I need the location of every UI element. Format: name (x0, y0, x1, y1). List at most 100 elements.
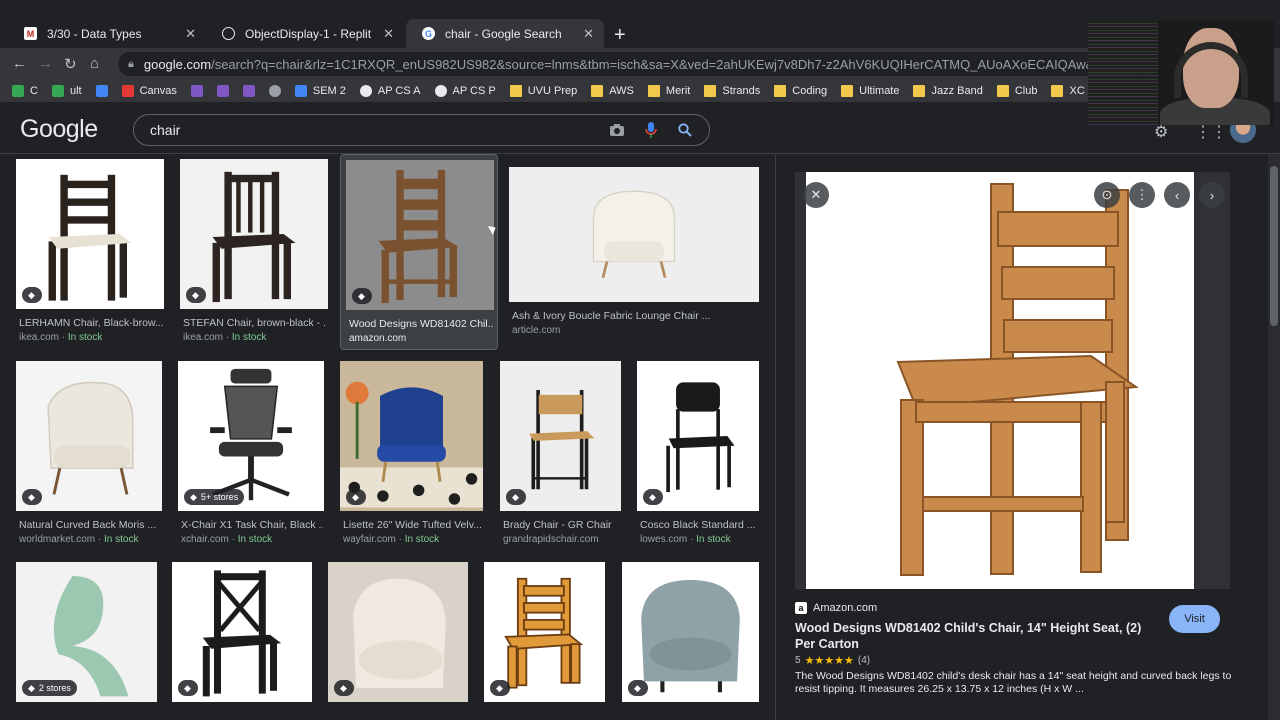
result-title[interactable]: STEFAN Chair, brown-black - ... (183, 317, 327, 329)
camera-icon[interactable] (607, 120, 627, 140)
bookmark-xc[interactable]: XC (1051, 85, 1085, 97)
tag-icon: ◆ (496, 682, 503, 693)
settings-icon[interactable]: ⚙ (1154, 122, 1168, 142)
bookmark-jazz-band[interactable]: Jazz Band (913, 85, 983, 97)
bookmark-check-7[interactable] (268, 85, 287, 97)
image-result-card[interactable]: ◆ Brady Chair - GR Chair grandrapidschair.… (500, 361, 621, 551)
bookmark-c[interactable]: C (12, 85, 38, 97)
result-thumbnail[interactable] (509, 167, 759, 302)
bookmark-ultimate[interactable]: Ultimate (841, 85, 899, 97)
preview-image[interactable] (806, 172, 1194, 589)
lens-search-icon[interactable]: ⊙ (1094, 182, 1120, 208)
search-box[interactable]: chair (133, 114, 710, 146)
bookmark-uvu-prep[interactable]: UVU Prep (509, 85, 577, 97)
result-title[interactable]: Natural Curved Back Moris ... (19, 519, 161, 531)
bookmark-ult[interactable]: ult (51, 85, 82, 97)
bookmark-app-5[interactable] (216, 85, 235, 97)
close-preview-icon[interactable]: ✕ (803, 182, 829, 208)
bookmark-merit[interactable]: Merit (647, 85, 690, 97)
result-title[interactable]: Wood Designs WD81402 Chil... (349, 318, 493, 330)
close-tab-icon[interactable]: ✕ (583, 26, 594, 42)
preview-title[interactable]: Wood Designs WD81402 Child's Chair, 14" … (795, 620, 1155, 652)
folder-icon (509, 85, 522, 97)
doc-icon (294, 85, 307, 97)
image-result-card[interactable]: ◆ LERHAMN Chair, Black-brow... ikea.com · … (16, 159, 164, 349)
bookmark-app-4[interactable] (190, 85, 209, 97)
result-title[interactable]: Lisette 26" Wide Tufted Velv... (343, 519, 482, 531)
shopping-tag-icon: ◆ (346, 489, 366, 505)
search-input[interactable]: chair (150, 122, 607, 138)
page-scrollbar[interactable] (1268, 154, 1280, 720)
result-source: wayfair.com · In stock (343, 534, 439, 545)
image-result-card[interactable]: ◆ (328, 562, 468, 720)
tab-data-types[interactable]: M 3/30 - Data Types ✕ (8, 19, 206, 48)
reload-icon[interactable]: ↻ (64, 55, 77, 73)
image-result-card[interactable]: ◆ (172, 562, 312, 720)
image-result-card[interactable]: Ash & Ivory Boucle Fabric Lounge Chair .… (509, 167, 759, 357)
forward-icon[interactable]: → (38, 55, 53, 72)
search-icon[interactable] (675, 120, 695, 140)
visit-button[interactable]: Visit (1169, 605, 1220, 633)
image-result-card[interactable]: ◆ (484, 562, 605, 720)
bookmark-label: ult (69, 85, 82, 97)
result-thumbnail[interactable] (180, 159, 328, 309)
image-result-card[interactable]: ◆ Cosco Black Standard ... lowes.com · In … (637, 361, 759, 551)
result-title[interactable]: LERHAMN Chair, Black-brow... (19, 317, 163, 329)
image-result-card[interactable]: ◆ Wood Designs WD81402 Chil... amazon.com (340, 154, 498, 350)
bookmark-canvas[interactable]: Canvas (121, 85, 177, 97)
bookmark-club[interactable]: Club (996, 85, 1037, 97)
image-preview-panel: ✕ ⊙ ⋮ ‹ › a Amazon.com Wood Designs WD81… (775, 154, 1268, 720)
preview-source[interactable]: a Amazon.com (795, 602, 877, 614)
new-tab-button[interactable]: + (614, 24, 626, 47)
result-thumbnail[interactable] (340, 361, 483, 511)
result-thumbnail[interactable] (346, 160, 494, 310)
address-bar[interactable]: 🔒︎ google.com/search?q=chair&rlz=1C1RXQR… (118, 52, 1118, 76)
image-result-card[interactable]: ◆ Lisette 26" Wide Tufted Velv... wayfair.… (340, 361, 483, 551)
stock-status: In stock (67, 332, 103, 343)
bookmark-label: XC (1069, 85, 1085, 97)
image-result-card[interactable]: ◆ Natural Curved Back Moris ... worldmarke… (16, 361, 162, 551)
tag-icon: ◆ (184, 682, 191, 693)
folder-icon (591, 85, 604, 97)
result-title[interactable]: Ash & Ivory Boucle Fabric Lounge Chair .… (512, 310, 758, 322)
bookmark-app-6[interactable] (242, 85, 261, 97)
google-logo[interactable]: Google (20, 115, 98, 144)
shopping-tag-icon: ◆ (506, 489, 526, 505)
close-tab-icon[interactable]: ✕ (383, 26, 394, 42)
back-icon[interactable]: ← (12, 55, 27, 72)
scrollbar-thumb[interactable] (1270, 166, 1278, 326)
tab-replit[interactable]: ObjectDisplay-1 - Replit ✕ (206, 19, 404, 48)
bookmark-ap-cs-p[interactable]: AP CS P (434, 85, 496, 97)
result-thumbnail[interactable] (16, 361, 162, 511)
image-result-card[interactable]: ◆ 5+ stores X-Chair X1 Task Chair, Black .… (178, 361, 324, 551)
bookmark-aws[interactable]: AWS (591, 85, 634, 97)
app-icon (242, 85, 255, 97)
app-icon (216, 85, 229, 97)
result-thumbnail[interactable] (16, 159, 164, 309)
store-count: 2 stores (38, 683, 71, 693)
bookmark-strands[interactable]: Strands (704, 85, 760, 97)
bookmark-sem-2[interactable]: SEM 2 (294, 85, 346, 97)
next-image-icon[interactable]: › (1199, 182, 1225, 208)
home-icon[interactable]: ⌂ (90, 55, 99, 72)
bookmark-calendar-2[interactable] (95, 85, 114, 97)
previous-image-icon[interactable]: ‹ (1164, 182, 1190, 208)
bookmark-coding[interactable]: Coding (774, 85, 827, 97)
result-title[interactable]: Brady Chair - GR Chair (503, 519, 620, 531)
result-title[interactable]: X-Chair X1 Task Chair, Black ... (181, 519, 323, 531)
source-domain: amazon.com (349, 333, 407, 344)
tag-icon: ◆ (634, 682, 641, 693)
close-tab-icon[interactable]: ✕ (185, 26, 196, 42)
more-options-icon[interactable]: ⋮ (1129, 182, 1155, 208)
image-result-card[interactable]: ◆ STEFAN Chair, brown-black - ... ikea.com… (180, 159, 328, 349)
image-result-card[interactable]: ◆ 2 stores (16, 562, 157, 720)
bookmark-label: Coding (792, 85, 828, 97)
separator: · (228, 534, 238, 545)
bookmark-ap-cs-a[interactable]: AP CS A (359, 85, 421, 97)
microphone-icon[interactable] (641, 120, 661, 140)
tab-google-search[interactable]: G chair - Google Search ✕ (406, 19, 604, 48)
tag-icon: ◆ (28, 289, 35, 300)
image-result-card[interactable]: ◆ (622, 562, 759, 720)
apps-grid-icon[interactable]: ⋮⋮ (1195, 122, 1227, 142)
result-title[interactable]: Cosco Black Standard ... (640, 519, 758, 531)
